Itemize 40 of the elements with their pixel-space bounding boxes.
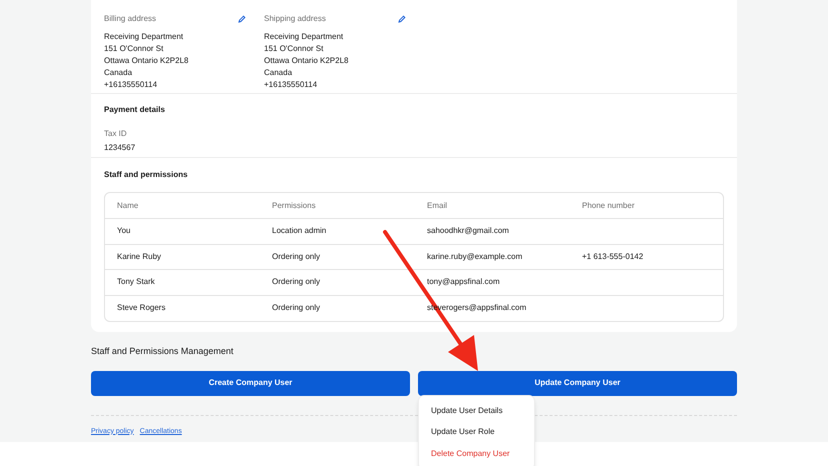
address-line: Ottawa Ontario K2P2L8	[104, 55, 190, 67]
column-header: Phone number	[582, 200, 636, 212]
table-cell: sahoodhkr@gmail.com	[427, 225, 509, 238]
table-cell: Ordering only	[272, 250, 320, 263]
field-value: 1234567	[104, 142, 136, 154]
action-button[interactable]: Create Company User	[91, 370, 410, 396]
table-cell: You	[117, 225, 130, 238]
table-cell: Karine Ruby	[117, 250, 162, 263]
table-cell: Location admin	[272, 225, 326, 238]
address-title: Shipping address	[264, 13, 326, 25]
address-line: Receiving Department	[104, 31, 184, 43]
table-cell: karine.ruby@example.com	[427, 250, 522, 263]
address-line: 151 O'Connor St	[104, 43, 164, 55]
section-title: Payment details	[104, 104, 166, 116]
address-line: Canada	[104, 67, 134, 79]
address-line: +16135550114	[104, 79, 158, 91]
action-button[interactable]: Update Company User	[418, 370, 737, 396]
edit-pencil-icon[interactable]	[398, 15, 406, 23]
column-header: Name	[117, 200, 140, 212]
table-cell: Ordering only	[272, 276, 320, 288]
section-title: Staff and permissions	[104, 169, 189, 181]
column-header: Email	[427, 200, 448, 212]
address-title: Billing address	[104, 13, 156, 25]
menu-item[interactable]: Update User Role	[419, 422, 534, 443]
table-cell: Steve Rogers	[117, 302, 166, 314]
address-line: Receiving Department	[264, 31, 344, 43]
table-cell: Tony Stark	[117, 276, 155, 288]
table-cell: tony@appsfinal.com	[427, 276, 500, 288]
field-label: Tax ID	[104, 128, 128, 140]
menu-item[interactable]: Update User Details	[419, 400, 534, 422]
table-cell: +1 613-555-0142	[582, 250, 644, 263]
address-line: Ottawa Ontario K2P2L8	[264, 55, 350, 67]
menu-item[interactable]: Delete Company User	[419, 443, 534, 464]
column-header: Permissions	[272, 200, 317, 212]
address-line: Canada	[264, 67, 294, 79]
address-line: +16135550114	[264, 79, 318, 91]
section-title: Staff and Permissions Management	[91, 345, 234, 358]
address-line: 151 O'Connor St	[264, 43, 324, 55]
edit-pencil-icon[interactable]	[238, 15, 246, 23]
table-cell: Ordering only	[272, 302, 320, 314]
